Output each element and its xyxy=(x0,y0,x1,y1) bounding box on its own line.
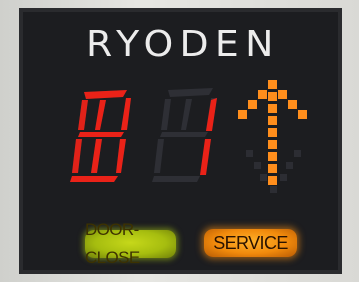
service-label: SERVICE xyxy=(213,233,288,253)
door-close-button[interactable]: DOOR-CLOSE xyxy=(85,220,176,267)
door-close-label: DOOR-CLOSE xyxy=(85,220,140,267)
floor-display xyxy=(70,80,307,193)
service-button[interactable]: SERVICE xyxy=(204,229,297,257)
elevator-indicator-photo: RYODEN DOOR-CLOSE SERVICE xyxy=(0,0,359,282)
digit-1-segments xyxy=(70,90,131,182)
up-arrow-icon xyxy=(238,80,307,185)
digit-2-ghost xyxy=(152,88,217,182)
